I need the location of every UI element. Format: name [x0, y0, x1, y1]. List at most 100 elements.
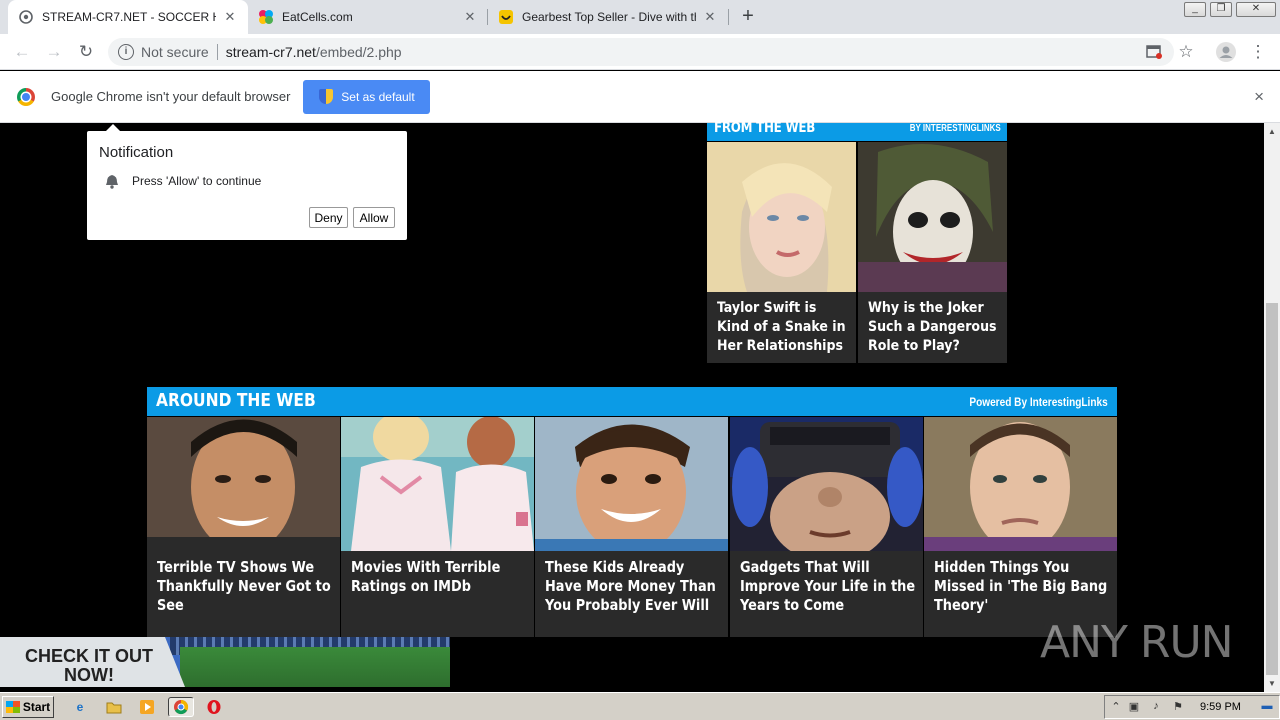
info-icon[interactable]: i	[118, 44, 134, 60]
vertical-scrollbar[interactable]: ▲ ▼	[1264, 123, 1280, 692]
close-tab-icon[interactable]: ✕	[702, 9, 718, 25]
atw-card[interactable]: These Kids Already Have More Money Than …	[535, 417, 728, 637]
atw-photo-smiling-kid	[535, 417, 728, 554]
taylor-swift-photo	[707, 142, 856, 292]
new-tab-button[interactable]: +	[737, 6, 759, 28]
from-the-web-by[interactable]: BY INTERESTINGLINKS	[910, 123, 1001, 134]
tab-separator	[728, 9, 729, 25]
browser-toolbar: ← → ↻ i Not secure stream-cr7.net/embed/…	[0, 34, 1280, 70]
close-infobar-icon[interactable]: ×	[1254, 87, 1264, 107]
atw-card[interactable]: Movies With Terrible Ratings on IMDb	[341, 412, 534, 637]
colorful-cells-icon	[258, 9, 274, 25]
check-it-out-banner[interactable]: CHECK IT OUT NOW!	[0, 637, 450, 687]
banner-cta-text: CHECK IT OUT NOW!	[25, 646, 153, 685]
action-center-flag-icon[interactable]: ⚑	[1171, 700, 1185, 714]
tab-eatcells[interactable]: EatCells.com ✕	[248, 0, 488, 34]
atw-photo-man-smiling	[147, 417, 340, 552]
notification-message: Press 'Allow' to continue	[132, 174, 262, 188]
ftw-card-taylor-swift[interactable]: Taylor Swift is Kind of a Snake in Her R…	[707, 142, 856, 363]
tab-title: Gearbest Top Seller - Dive with the G	[522, 10, 696, 24]
tab-title: EatCells.com	[282, 10, 353, 24]
allow-button[interactable]: Allow	[353, 207, 395, 228]
address-separator	[216, 44, 218, 60]
notification-permission-popup: Notification Press 'Allow' to continue D…	[87, 124, 407, 240]
chrome-taskbar-icon[interactable]	[168, 697, 194, 717]
tray-expand-icon[interactable]: ⌃	[1109, 700, 1123, 714]
bell-icon	[105, 174, 119, 189]
windows-flag-icon	[5, 701, 20, 713]
folder-icon[interactable]	[104, 697, 124, 717]
stadium-field	[180, 647, 450, 687]
scroll-down-arrow-icon[interactable]: ▼	[1268, 679, 1276, 688]
from-the-web-header: FROM THE WEB BY INTERESTINGLINKS	[707, 120, 1007, 141]
url-host: stream-cr7.net	[225, 44, 316, 60]
show-desktop-icon[interactable]: ▬	[1260, 700, 1274, 714]
address-bar[interactable]: i Not secure stream-cr7.net/embed/2.php	[108, 38, 1174, 66]
watermark-text: ANY RUN	[1040, 617, 1234, 668]
menu-dots-icon[interactable]: ⋮	[1246, 40, 1270, 64]
set-as-default-button[interactable]: Set as default	[303, 79, 431, 114]
volume-icon[interactable]: ♪	[1149, 700, 1163, 714]
bookmark-star-icon[interactable]: ☆	[1174, 40, 1198, 64]
start-button[interactable]: Start	[2, 696, 54, 718]
opera-icon[interactable]	[204, 697, 224, 717]
back-arrow-icon[interactable]: ←	[10, 40, 34, 64]
atw-card[interactable]: Gadgets That Will Improve Your Life in t…	[730, 417, 923, 637]
tab-stream-cr7[interactable]: STREAM-CR7.NET - SOCCER HD Pla ✕	[8, 0, 248, 34]
infobar-message: Google Chrome isn't your default browser	[51, 89, 291, 104]
internet-explorer-icon[interactable]: e	[70, 697, 90, 717]
set-as-default-label: Set as default	[341, 89, 415, 104]
anyrun-watermark: ANY RUN	[1040, 612, 1240, 672]
atw-caption: Hidden Things You Missed in 'The Big Ban…	[934, 558, 1108, 614]
security-status: Not secure	[141, 44, 209, 60]
atw-caption: Terrible TV Shows We Thankfully Never Go…	[157, 558, 331, 614]
close-tab-icon[interactable]: ✕	[222, 9, 238, 25]
clock[interactable]: 9:59 PM	[1200, 701, 1241, 713]
ftw-caption: Why is the Joker Such a Dangerous Role t…	[868, 300, 997, 354]
profile-avatar-icon[interactable]	[1214, 40, 1238, 64]
atw-card[interactable]: Terrible TV Shows We Thankfully Never Go…	[147, 417, 340, 637]
notification-title: Notification	[99, 144, 174, 161]
url-path: /embed/2.php	[315, 44, 402, 60]
around-the-web-widget: AROUND THE WEB Powered By InterestingLin…	[147, 387, 1117, 637]
start-label: Start	[22, 700, 51, 714]
atw-photo-vr-headset	[730, 417, 923, 562]
default-browser-infobar: Google Chrome isn't your default browser…	[0, 71, 1280, 123]
system-tray: ⌃ ▣ ♪ ⚑ 9:59 PM ▬	[1104, 695, 1280, 719]
chrome-logo-icon	[17, 87, 35, 106]
media-player-icon[interactable]	[137, 697, 157, 717]
minimize-button[interactable]: _	[1184, 2, 1206, 17]
tab-title: STREAM-CR7.NET - SOCCER HD Pla	[42, 10, 216, 24]
atw-photo-cheerleaders	[341, 412, 534, 551]
globe-icon	[18, 9, 34, 25]
tab-gearbest[interactable]: Gearbest Top Seller - Dive with the G ✕	[488, 0, 728, 34]
windows-taskbar: Start e ⌃ ▣ ♪ ⚑ 9:59 PM ▬	[0, 692, 1280, 720]
from-the-web-widget: FROM THE WEB BY INTERESTINGLINKS Taylor …	[707, 120, 1007, 363]
url-text: stream-cr7.net/embed/2.php	[226, 44, 402, 60]
around-the-web-title: AROUND THE WEB	[156, 390, 316, 411]
tab-strip: STREAM-CR7.NET - SOCCER HD Pla ✕ EatCell…	[0, 0, 1280, 34]
scroll-thumb[interactable]	[1266, 303, 1278, 675]
powered-by-link[interactable]: Powered By InterestingLinks	[970, 395, 1108, 409]
atw-photo-sheldon	[924, 417, 1117, 552]
atw-card[interactable]: Hidden Things You Missed in 'The Big Ban…	[924, 417, 1117, 637]
atw-caption: These Kids Already Have More Money Than …	[545, 558, 716, 614]
around-the-web-header: AROUND THE WEB Powered By InterestingLin…	[147, 387, 1117, 416]
reload-icon[interactable]: ↻	[74, 40, 98, 64]
uac-shield-icon	[319, 89, 334, 104]
restore-button[interactable]: ❐	[1210, 2, 1232, 17]
atw-caption: Movies With Terrible Ratings on IMDb	[351, 558, 501, 595]
from-the-web-title: FROM THE WEB	[714, 120, 816, 136]
scroll-up-arrow-icon[interactable]: ▲	[1268, 127, 1276, 136]
smiley-icon	[498, 9, 514, 25]
banner-cta-panel: CHECK IT OUT NOW!	[0, 637, 185, 687]
atw-caption: Gadgets That Will Improve Your Life in t…	[740, 558, 916, 614]
network-icon[interactable]: ▣	[1127, 700, 1141, 714]
close-tab-icon[interactable]: ✕	[462, 9, 478, 25]
ftw-caption: Taylor Swift is Kind of a Snake in Her R…	[717, 300, 846, 354]
deny-button[interactable]: Deny	[309, 207, 348, 228]
forward-arrow-icon[interactable]: →	[42, 40, 66, 64]
blocked-popup-icon[interactable]	[1142, 40, 1166, 64]
close-window-button[interactable]: ✕	[1236, 2, 1276, 17]
ftw-card-joker[interactable]: Why is the Joker Such a Dangerous Role t…	[858, 142, 1007, 363]
